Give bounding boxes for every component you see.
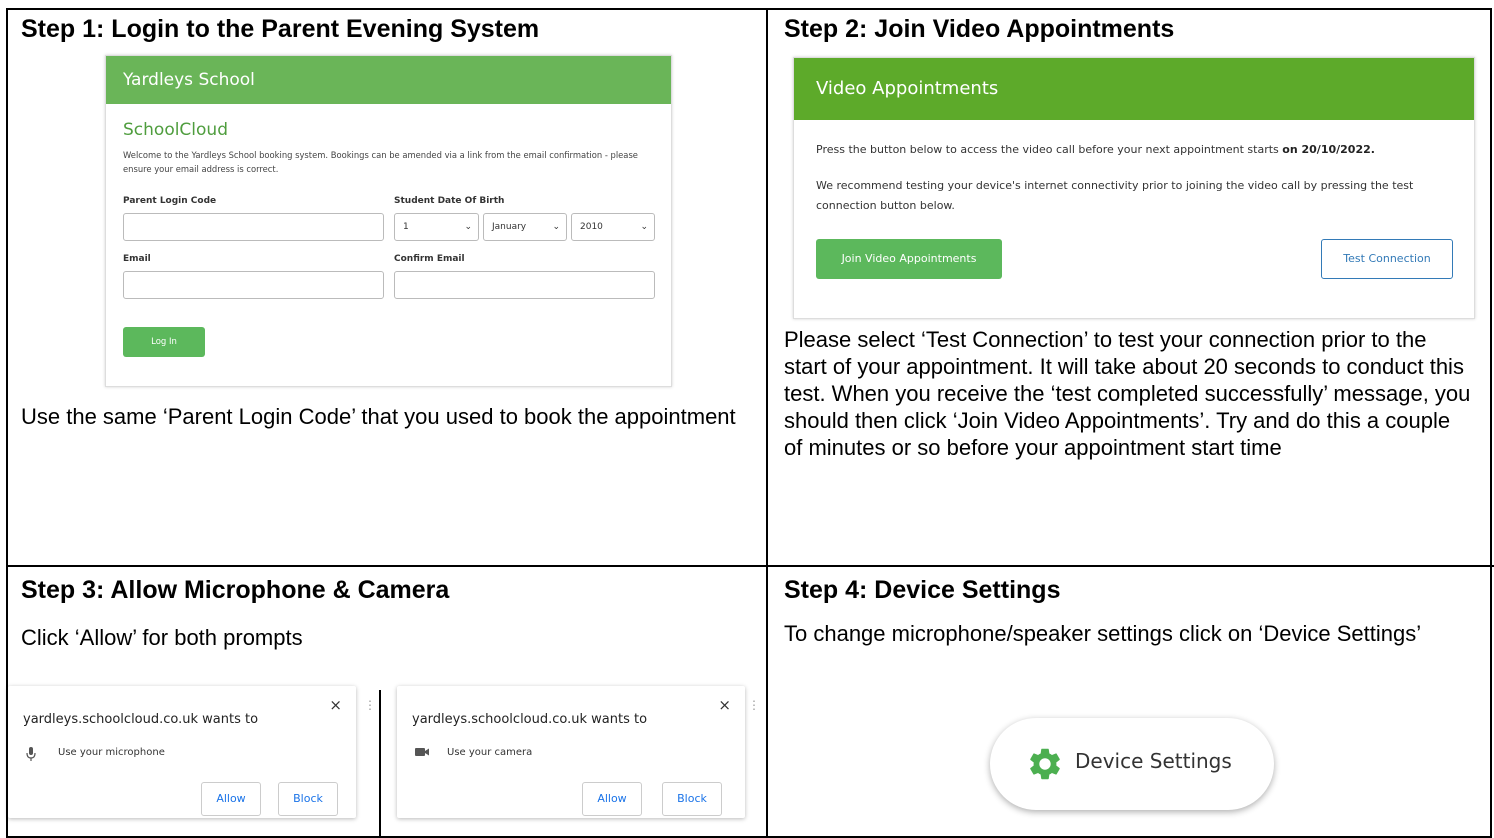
block-button[interactable]: Block bbox=[278, 782, 338, 816]
step4-title: Step 4: Device Settings bbox=[784, 576, 1061, 604]
permission-text: Use your camera bbox=[447, 747, 533, 758]
parent-login-input[interactable] bbox=[123, 213, 384, 241]
step2-caption: Please select ‘Test Connection’ to test … bbox=[784, 327, 1471, 460]
step1-title: Step 1: Login to the Parent Evening Syst… bbox=[21, 15, 540, 43]
confirm-email-input[interactable] bbox=[394, 271, 655, 299]
dob-year-value: 2010 bbox=[580, 222, 603, 232]
gear-icon bbox=[1026, 745, 1064, 783]
welcome-text: Welcome to the Yardleys School booking s… bbox=[123, 150, 638, 174]
dob-day-value: 1 bbox=[403, 222, 409, 232]
chevron-down-icon: ⌄ bbox=[464, 222, 472, 232]
permission-text: Use your microphone bbox=[58, 747, 165, 758]
close-icon[interactable]: × bbox=[718, 696, 731, 714]
camera-icon bbox=[414, 746, 432, 762]
video-card-header: Video Appointments bbox=[794, 58, 1474, 120]
dob-year-select[interactable]: 2010 ⌄ bbox=[571, 213, 655, 241]
popup-divider bbox=[379, 690, 381, 838]
step4-caption: To change microphone/speaker settings cl… bbox=[784, 621, 1422, 646]
microphone-icon bbox=[25, 746, 43, 762]
row-divider bbox=[6, 565, 1494, 567]
video-instructions-line1: Press the button below to access the vid… bbox=[816, 140, 1456, 160]
join-video-button[interactable]: Join Video Appointments bbox=[816, 239, 1002, 279]
camera-permission-popup: yardleys.schoolcloud.co.uk wants to × Us… bbox=[397, 686, 745, 818]
video-instructions-line2: We recommend testing your device's inter… bbox=[816, 179, 1414, 212]
parent-login-label: Parent Login Code bbox=[123, 196, 217, 206]
device-settings-button[interactable]: Device Settings bbox=[990, 718, 1274, 810]
close-icon[interactable]: × bbox=[329, 696, 342, 714]
line1-text: Press the button below to access the vid… bbox=[816, 143, 1279, 156]
allow-button[interactable]: Allow bbox=[582, 782, 642, 816]
block-button[interactable]: Block bbox=[662, 782, 722, 816]
appointment-date: on 20/10/2022. bbox=[1282, 143, 1375, 156]
step3-title: Step 3: Allow Microphone & Camera bbox=[21, 576, 450, 604]
column-divider bbox=[766, 8, 768, 838]
chevron-down-icon: ⌄ bbox=[552, 222, 560, 232]
chevron-down-icon: ⌄ bbox=[640, 222, 648, 232]
popup-site-text: yardleys.schoolcloud.co.uk wants to bbox=[23, 712, 259, 727]
allow-button[interactable]: Allow bbox=[201, 782, 261, 816]
more-menu-icon: ⋮ bbox=[748, 698, 760, 712]
dob-label: Student Date Of Birth bbox=[394, 196, 505, 206]
device-settings-label: Device Settings bbox=[1075, 749, 1232, 773]
test-connection-button[interactable]: Test Connection bbox=[1321, 239, 1453, 279]
dob-day-select[interactable]: 1 ⌄ bbox=[394, 213, 479, 241]
login-card: Yardleys School SchoolCloud Welcome to t… bbox=[105, 55, 672, 387]
dob-month-select[interactable]: January ⌄ bbox=[483, 213, 567, 241]
step3-caption: Click ‘Allow’ for both prompts bbox=[21, 625, 303, 650]
step1-caption: Use the same ‘Parent Login Code’ that yo… bbox=[21, 404, 736, 429]
schoolcloud-title: SchoolCloud bbox=[123, 120, 228, 140]
confirm-email-label: Confirm Email bbox=[394, 254, 465, 264]
email-input[interactable] bbox=[123, 271, 384, 299]
microphone-permission-popup: yardleys.schoolcloud.co.uk wants to × Us… bbox=[8, 686, 356, 818]
popup-site-text: yardleys.schoolcloud.co.uk wants to bbox=[412, 712, 648, 727]
video-appointments-card: Video Appointments Press the button belo… bbox=[793, 57, 1475, 319]
instruction-document: Step 1: Login to the Parent Evening Syst… bbox=[0, 0, 1494, 838]
dob-month-value: January bbox=[492, 222, 527, 232]
step2-title: Step 2: Join Video Appointments bbox=[784, 15, 1175, 43]
login-button[interactable]: Log In bbox=[123, 327, 205, 357]
more-menu-icon: ⋮ bbox=[364, 698, 376, 712]
login-card-header: Yardleys School bbox=[106, 56, 671, 104]
email-label: Email bbox=[123, 254, 151, 264]
